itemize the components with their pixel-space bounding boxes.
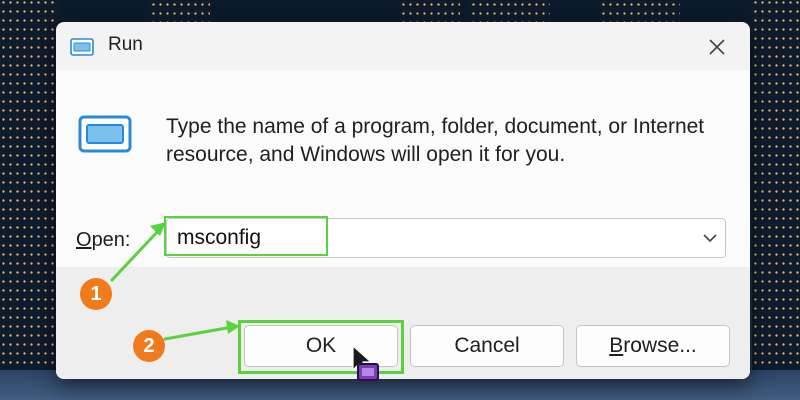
input-highlight (164, 216, 328, 256)
run-icon (78, 115, 132, 153)
open-label-mnemonic: O (76, 229, 92, 251)
cursor-icon (352, 344, 379, 381)
browse-rest: rowse... (623, 334, 697, 357)
open-label-rest: pen: (91, 229, 131, 251)
step-2-badge: 2 (133, 330, 165, 362)
dialog-content: Type the name of a program, folder, docu… (56, 70, 750, 267)
open-label: Open: (76, 229, 131, 252)
browse-mnemonic: B (609, 334, 624, 357)
chevron-down-icon[interactable] (701, 229, 719, 247)
step-1-badge: 1 (80, 278, 112, 310)
cancel-button[interactable]: Cancel (410, 325, 564, 367)
close-icon[interactable] (700, 32, 734, 62)
title-bar: Run (56, 22, 750, 70)
run-icon (70, 38, 94, 56)
dialog-title: Run (108, 34, 143, 55)
dialog-description: Type the name of a program, folder, docu… (166, 115, 705, 166)
dialog-footer: OK Cancel Browse... (56, 267, 750, 379)
run-dialog: Run Type the name of a program, folder, … (56, 22, 750, 379)
browse-button[interactable]: Browse... (576, 325, 730, 367)
